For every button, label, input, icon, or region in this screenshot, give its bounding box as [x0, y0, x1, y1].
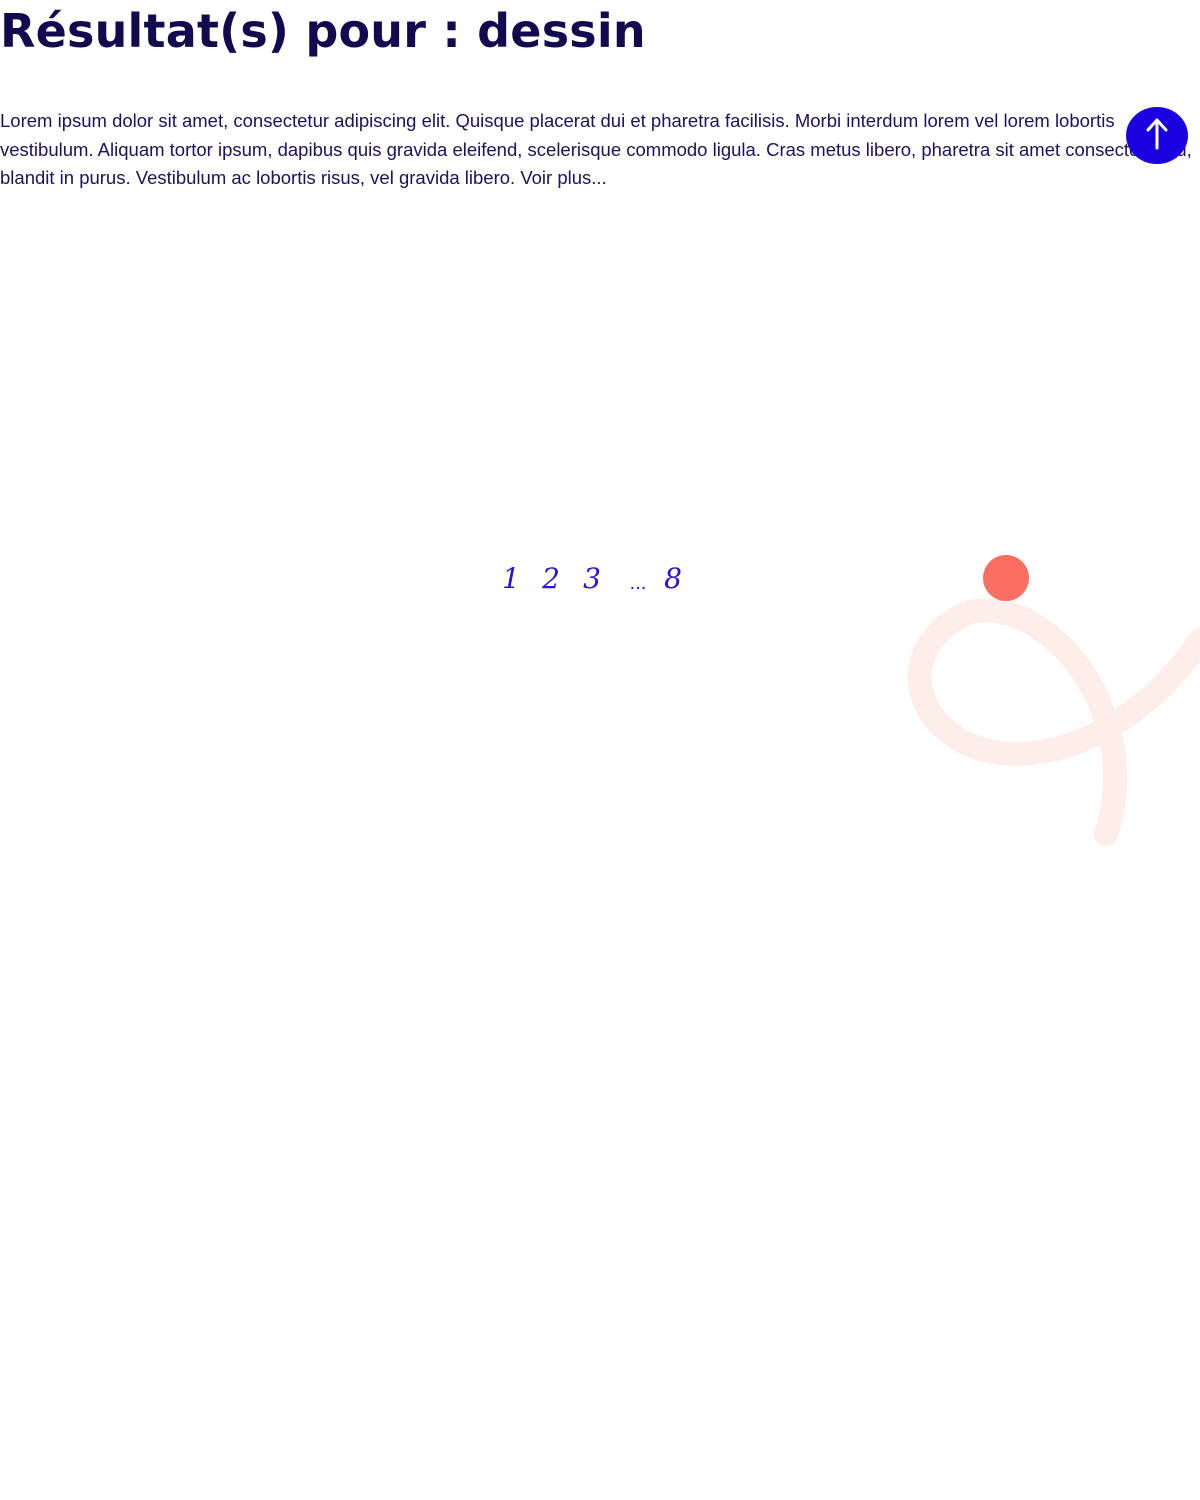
arrow-up-icon — [1144, 117, 1170, 154]
pagination: 1 2 3 ... 8 — [500, 558, 688, 598]
search-intro-text: Lorem ipsum dolor sit amet, consectetur … — [0, 107, 1200, 197]
page-8-link[interactable]: 8 — [658, 562, 688, 595]
page-2-link[interactable]: 2 — [530, 562, 572, 595]
back-to-top-button[interactable] — [1126, 107, 1188, 164]
decorative-figure-illustration — [900, 545, 1200, 860]
page-3-link[interactable]: 3 — [578, 562, 606, 595]
pagination-ellipsis: ... — [629, 571, 647, 594]
page-title: Résultat(s) pour : dessin — [0, 4, 646, 58]
read-more-link[interactable]: Voir plus... — [520, 167, 606, 188]
page-1-link[interactable]: 1 — [500, 562, 522, 595]
coral-dot — [983, 555, 1029, 601]
